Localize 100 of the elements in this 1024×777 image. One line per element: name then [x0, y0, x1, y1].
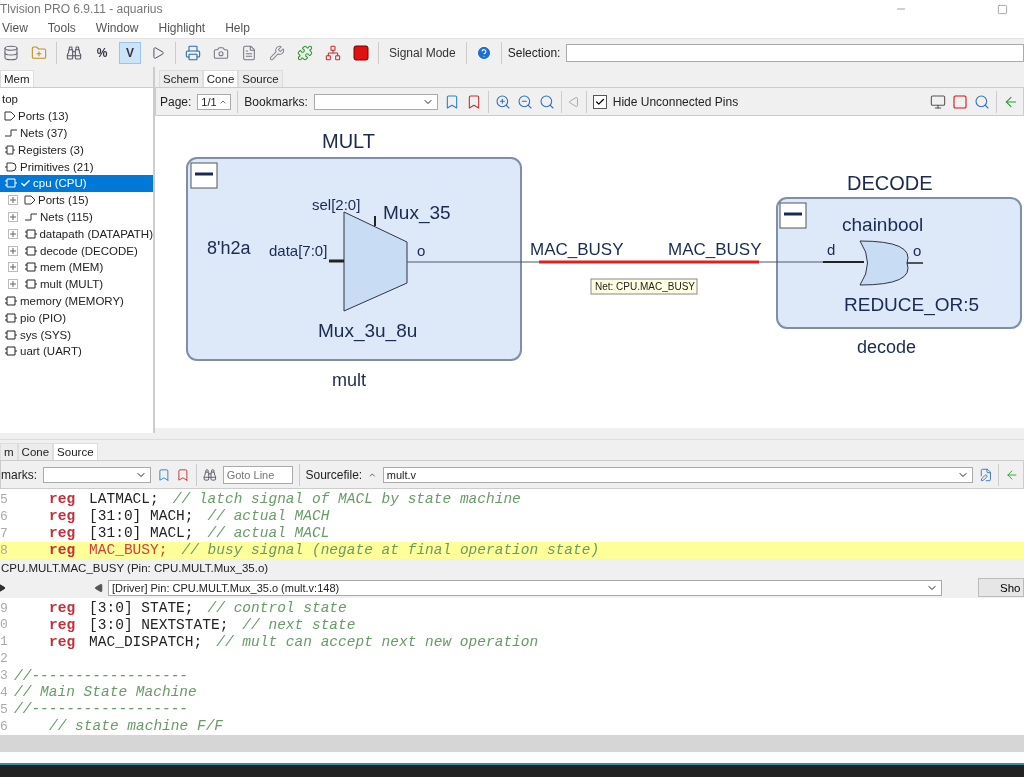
code-text: LATMACL; — [89, 491, 159, 508]
bookmarks-dropdown[interactable] — [43, 466, 151, 483]
zoom-out-icon[interactable] — [516, 93, 533, 110]
search-icon[interactable] — [974, 93, 990, 110]
back-icon[interactable] — [94, 582, 104, 593]
schematic-tab[interactable]: Cone — [202, 70, 239, 87]
schematic-tab[interactable]: Source — [238, 70, 283, 87]
selection-field[interactable] — [566, 44, 1024, 62]
tree-item[interactable]: sys (SYS) — [0, 326, 153, 343]
tree-item[interactable]: top — [0, 91, 153, 108]
net-label: MAC_BUSY — [668, 240, 762, 259]
collapse-button[interactable] — [190, 162, 218, 189]
instance-icon — [4, 346, 18, 357]
wrench-icon[interactable] — [269, 45, 285, 61]
tree-item[interactable]: mem (MEM) — [0, 258, 153, 276]
tree-item[interactable]: cpu (CPU) — [0, 175, 153, 192]
zoom-in-icon[interactable] — [494, 93, 511, 110]
window-icon[interactable] — [952, 93, 968, 110]
or-gate-symbol[interactable] — [859, 240, 909, 286]
menu-item[interactable]: Help — [223, 21, 252, 35]
line-number: 5 — [0, 701, 9, 717]
goto-line-field[interactable]: Goto Line — [222, 465, 293, 484]
expand-icon[interactable] — [8, 195, 18, 206]
help-icon[interactable] — [475, 45, 492, 61]
code-text: [3:0] STATE; — [89, 600, 194, 616]
pin-label: d — [827, 241, 836, 258]
net-wire[interactable] — [539, 260, 759, 264]
tree-item[interactable]: mult (MULT) — [0, 275, 153, 293]
pin-label: sel[2:0] — [312, 196, 361, 213]
tree-item[interactable]: Nets (115) — [0, 208, 153, 226]
decode-block[interactable] — [776, 197, 1022, 329]
editor-tab[interactable]: m — [0, 443, 18, 460]
monitor-icon[interactable] — [930, 93, 946, 110]
bookmark-add-icon[interactable] — [156, 466, 171, 483]
code-comment: // Main State Machine — [14, 684, 197, 701]
port-icon — [4, 111, 16, 122]
code-comment: // actual MACH — [207, 508, 330, 525]
zoom-fit-icon[interactable] — [538, 93, 555, 110]
line-number: 2 — [0, 651, 9, 667]
expand-icon[interactable] — [8, 245, 18, 256]
puzzle-icon[interactable] — [297, 45, 313, 61]
net-icon — [4, 128, 18, 138]
code-keyword: reg — [49, 616, 76, 633]
code-comment: //------------------ — [14, 701, 189, 718]
tree-item[interactable]: datapath (DATAPATH) — [0, 225, 153, 243]
tree-item[interactable]: memory (MEMORY) — [0, 292, 153, 310]
tree-item[interactable]: Ports (15) — [0, 191, 153, 209]
maximize-icon[interactable] — [997, 3, 1008, 15]
expand-icon[interactable] — [8, 211, 18, 222]
instance-icon — [24, 245, 38, 256]
database-icon[interactable] — [3, 45, 19, 61]
bookmarks-dropdown[interactable] — [313, 93, 438, 110]
tree-item[interactable]: uart (UART) — [0, 342, 153, 360]
tree-item[interactable]: Nets (37) — [0, 124, 153, 142]
tree-item[interactable]: decode (DECODE) — [0, 242, 153, 259]
document-icon[interactable] — [241, 45, 257, 61]
menu-item[interactable]: View — [0, 21, 30, 35]
menu-item[interactable]: Highlight — [156, 21, 208, 35]
line-number: 4 — [0, 684, 9, 700]
show-button[interactable]: Sho — [978, 578, 1024, 598]
tree-item[interactable]: pio (PIO) — [0, 309, 153, 327]
page-spinner[interactable]: 1/1 — [197, 93, 232, 110]
tree-item[interactable]: Primitives (21) — [0, 158, 153, 175]
schematic-tab[interactable]: Schem — [159, 70, 203, 87]
selection-label: Selection: — [507, 46, 561, 60]
code-keyword: reg — [49, 508, 76, 525]
signal-mode-button[interactable]: Signal Mode — [385, 46, 460, 60]
wire[interactable] — [758, 261, 824, 263]
editor-tab[interactable]: Source — [53, 443, 98, 460]
driver-dropdown[interactable]: [Driver] Pin: CPU.MULT.Mux_35.o (mult.v:148) — [108, 579, 942, 596]
collapse-button[interactable] — [779, 202, 807, 229]
binoculars-icon[interactable] — [202, 466, 217, 483]
tree-item[interactable]: Ports (13) — [0, 107, 153, 125]
expand-icon[interactable] — [8, 279, 18, 290]
code-keyword: reg — [49, 633, 76, 650]
page-label: Page: — [160, 94, 192, 109]
expand-icon[interactable] — [8, 262, 18, 273]
toolbar-toggle[interactable]: % — [91, 42, 113, 64]
schematic-canvas[interactable]: MULT sel[2:0] Mux_35 8'h2a data[7:0] o Mux_3u_8u mult MAC_BUSY MAC_BUSY Net: CPU.MAC_BUSY DECODE chainbool d o REDUCE_OR:5 decode — [155, 116, 1024, 428]
instance-label: chainbool — [842, 214, 924, 235]
stop-icon[interactable] — [353, 45, 369, 61]
menu-item[interactable]: Window — [93, 21, 141, 35]
menu-item[interactable]: Tools — [45, 21, 78, 35]
printer-icon[interactable] — [185, 45, 201, 61]
bookmarks-label: Bookmarks: — [244, 94, 308, 109]
hierarchy-icon[interactable] — [325, 45, 341, 61]
panel-tab[interactable]: Mem — [0, 70, 34, 87]
folder-icon[interactable] — [31, 45, 47, 61]
editor-tab[interactable]: Cone — [17, 443, 54, 460]
edit-icon[interactable] — [978, 466, 993, 483]
toolbar-toggle[interactable]: V — [119, 42, 141, 64]
sourcefile-dropdown[interactable]: mult.v — [382, 466, 973, 483]
code-text: [31:0] MACH; — [89, 508, 194, 525]
expand-icon[interactable] — [8, 228, 18, 239]
binoculars-icon[interactable] — [66, 45, 82, 61]
tree-item[interactable]: Registers (3) — [0, 141, 153, 159]
cell-label: Mux_3u_8u — [318, 320, 418, 341]
bookmark-remove-icon[interactable] — [176, 466, 191, 483]
checkbox[interactable] — [592, 94, 607, 109]
camera-icon[interactable] — [213, 45, 229, 61]
